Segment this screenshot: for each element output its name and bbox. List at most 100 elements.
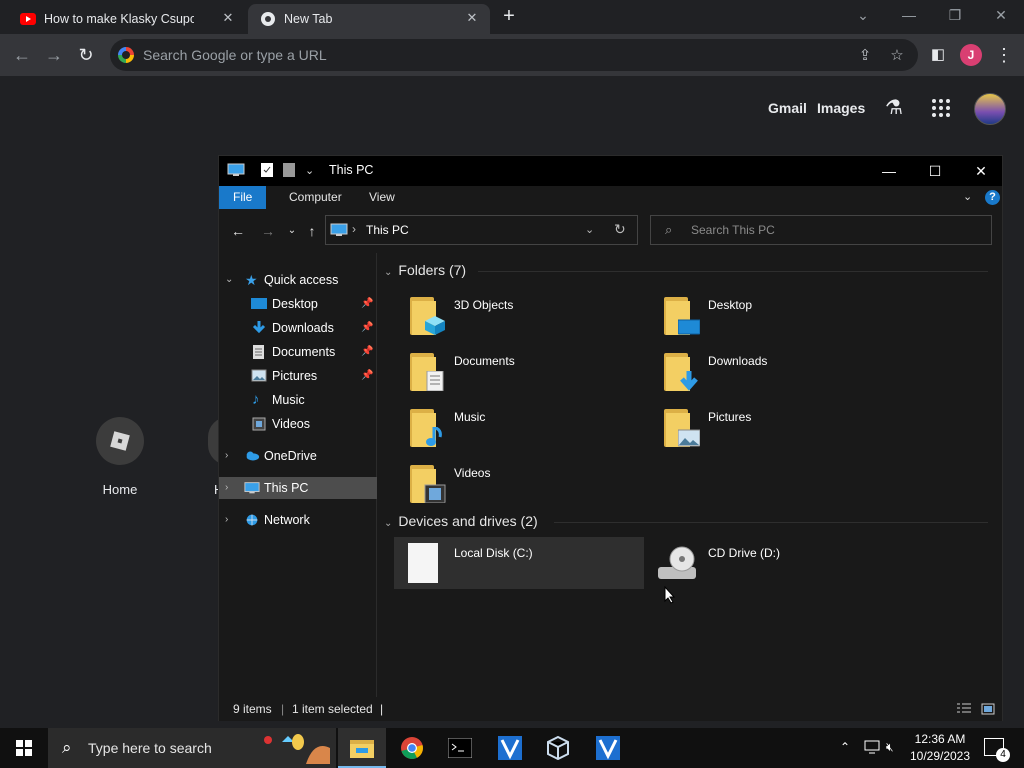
tab-youtube[interactable]: How to make Klasky Csupo 1997 ✕ (8, 4, 246, 34)
nav-item-documents[interactable]: Documents 📌 (219, 341, 377, 363)
collapse-arrow-icon[interactable]: ⌄ (225, 269, 233, 291)
recent-locations-icon[interactable]: ⌄ (284, 223, 300, 239)
folder-icon (410, 407, 442, 447)
drive-cd-d[interactable]: CD Drive (D:) (648, 537, 898, 589)
minimize-button[interactable]: — (866, 158, 912, 184)
search-icon: ⌕ (665, 222, 673, 237)
network-icon[interactable] (864, 740, 880, 754)
labs-flask-icon[interactable]: ⚗ (882, 96, 906, 120)
nav-item-this-pc[interactable]: › This PC (219, 477, 377, 499)
tab-strip: How to make Klasky Csupo 1997 ✕ New Tab … (0, 0, 1024, 34)
music-note-icon (426, 427, 442, 446)
back-arrow-icon[interactable]: ← (230, 223, 246, 239)
taskbar-file-explorer[interactable] (338, 728, 386, 768)
volume-muted-icon[interactable]: 🔇︎ (886, 740, 894, 755)
properties-icon[interactable] (261, 163, 273, 177)
reload-button[interactable]: ↻ (74, 43, 98, 67)
expand-ribbon-icon[interactable]: ⌄ (963, 190, 972, 203)
forward-arrow-icon[interactable]: → (260, 223, 276, 239)
back-button[interactable]: ← (10, 43, 34, 67)
new-folder-icon[interactable] (283, 163, 295, 177)
group-header-devices[interactable]: ⌄ Devices and drives (2) (384, 513, 538, 529)
taskbar-app-2[interactable] (534, 728, 582, 768)
address-dropdown-icon[interactable]: ⌄ (585, 223, 594, 236)
taskbar-app-3[interactable] (584, 728, 632, 768)
nav-item-music[interactable]: ♪ Music (219, 389, 377, 411)
share-icon[interactable]: ⇪ (856, 47, 874, 65)
tab-new-tab[interactable]: New Tab ✕ (248, 4, 490, 34)
tab-title: New Tab (284, 12, 333, 26)
profile-avatar[interactable]: J (960, 44, 982, 66)
maximize-button[interactable]: ☐ (912, 158, 958, 184)
refresh-icon[interactable]: ↻ (614, 221, 626, 238)
ribbon-tab-view[interactable]: View (355, 186, 409, 209)
nav-item-network[interactable]: › Network (219, 509, 377, 531)
taskbar-app-1[interactable] (486, 728, 534, 768)
minimize-button[interactable]: — (889, 4, 929, 26)
close-window-button[interactable]: ✕ (981, 4, 1021, 26)
nav-item-onedrive[interactable]: › OneDrive (219, 445, 377, 467)
group-header-folders[interactable]: ⌄ Folders (7) (384, 262, 466, 278)
folder-desktop[interactable]: Desktop (652, 289, 902, 341)
nav-label: This PC (264, 481, 309, 495)
expand-arrow-icon[interactable]: › (225, 445, 228, 467)
customize-qat-icon[interactable]: ⌄ (305, 164, 314, 178)
item-label: Desktop (708, 298, 753, 312)
account-avatar[interactable] (974, 93, 1006, 125)
up-arrow-icon[interactable]: ↑ (304, 223, 320, 239)
close-tab-icon[interactable]: ✕ (464, 10, 480, 26)
expand-arrow-icon[interactable]: › (225, 477, 228, 499)
shortcut-home[interactable] (96, 417, 144, 465)
clock[interactable]: 12:36 AM 10/29/2023 (904, 731, 976, 765)
search-box[interactable]: ⌕ Search This PC (650, 215, 992, 245)
ribbon-tab-file[interactable]: File (219, 186, 267, 209)
download-arrow-icon (252, 321, 266, 334)
start-button[interactable] (0, 728, 48, 768)
folder-videos[interactable]: Videos (398, 457, 648, 509)
google-apps-icon[interactable] (932, 99, 950, 117)
close-button[interactable]: ✕ (958, 158, 1004, 184)
nav-item-videos[interactable]: Videos (219, 413, 377, 435)
expand-arrow-icon[interactable]: › (225, 509, 228, 531)
help-icon[interactable]: ? (985, 190, 1000, 205)
restore-button[interactable]: ❐ (935, 4, 975, 26)
taskbar-search-placeholder: Type here to search (88, 740, 212, 756)
collapse-arrow-icon[interactable]: ⌄ (384, 518, 392, 529)
folder-downloads[interactable]: Downloads (652, 345, 902, 397)
folder-music[interactable]: Music (398, 401, 648, 453)
details-view-icon[interactable] (957, 703, 971, 715)
new-tab-button[interactable]: + (498, 6, 520, 28)
tab-search-icon[interactable]: ⌄ (843, 4, 883, 26)
close-tab-icon[interactable]: ✕ (220, 10, 236, 26)
address-bar[interactable]: › This PC ⌄ ↻ (325, 215, 638, 245)
folder-icon (410, 295, 445, 335)
item-label: 3D Objects (454, 298, 514, 312)
forward-button[interactable]: → (42, 43, 66, 67)
folder-3d-objects[interactable]: 3D Objects (398, 289, 648, 341)
drive-local-disk-c[interactable]: Local Disk (C:) (394, 537, 644, 589)
menu-icon[interactable]: ⋮ (992, 43, 1016, 67)
omnibox[interactable]: Search Google or type a URL ⇪ ☆ (110, 39, 918, 71)
taskbar-search[interactable]: ⌕ Type here to search (48, 728, 336, 768)
side-panel-icon[interactable]: ◧ (926, 43, 950, 67)
folder-documents[interactable]: Documents (398, 345, 648, 397)
title-bar: ⌄ This PC — ☐ ✕ (219, 156, 1002, 186)
nav-item-desktop[interactable]: Desktop 📌 (219, 293, 377, 315)
this-pc-icon (244, 482, 260, 494)
address-location[interactable]: This PC (366, 223, 409, 237)
nav-item-quick-access[interactable]: ⌄ ★ Quick access (219, 269, 377, 291)
gmail-link[interactable]: Gmail (768, 100, 807, 116)
taskbar-chrome[interactable] (388, 728, 436, 768)
taskbar-terminal[interactable] (436, 728, 484, 768)
nav-item-pictures[interactable]: Pictures 📌 (219, 365, 377, 387)
collapse-arrow-icon[interactable]: ⌄ (384, 267, 392, 278)
star-icon: ★ (245, 272, 258, 288)
ribbon-tab-computer[interactable]: Computer (275, 186, 356, 209)
images-link[interactable]: Images (817, 100, 865, 116)
bookmark-star-icon[interactable]: ☆ (888, 47, 906, 65)
nav-item-downloads[interactable]: Downloads 📌 (219, 317, 377, 339)
show-hidden-icons-icon[interactable]: ⌃ (840, 740, 850, 754)
notification-center-icon[interactable]: 4 (984, 738, 1010, 762)
folder-pictures[interactable]: Pictures (652, 401, 902, 453)
large-icons-view-icon[interactable] (981, 703, 995, 715)
